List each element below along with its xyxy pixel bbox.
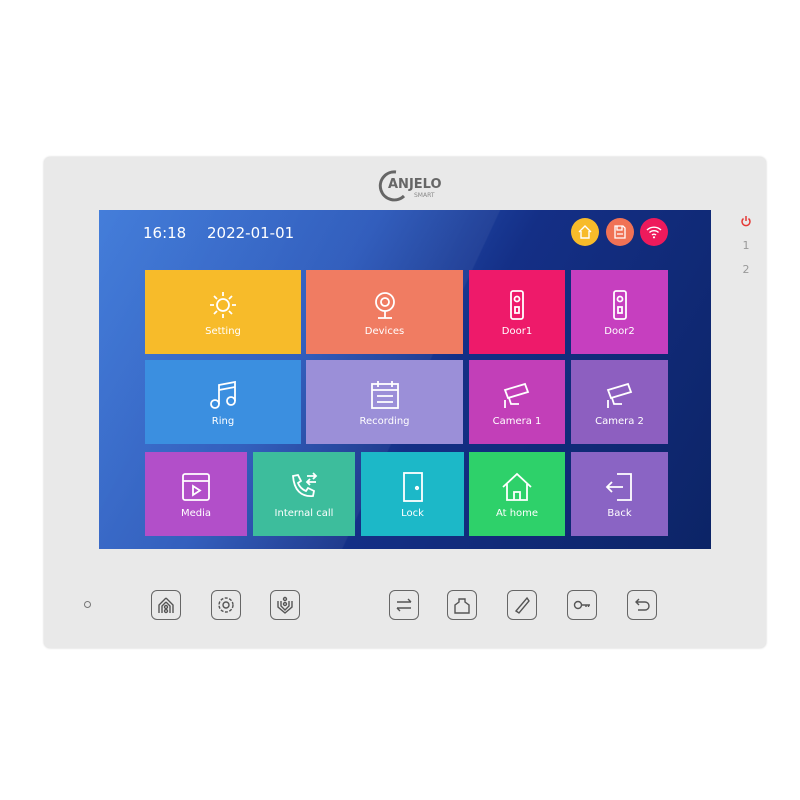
monitor-icon bbox=[277, 596, 293, 614]
tile-label: Internal call bbox=[274, 507, 334, 519]
tile-camera-1[interactable]: Camera 1 bbox=[469, 360, 565, 444]
wifi-icon bbox=[646, 226, 662, 239]
tile-media[interactable]: Media bbox=[145, 452, 247, 536]
tile-lock[interactable]: Lock bbox=[361, 452, 464, 536]
tile-internal-call[interactable]: Internal call bbox=[253, 452, 355, 536]
tile-camera-2[interactable]: Camera 2 bbox=[571, 360, 668, 444]
transfer-button[interactable] bbox=[389, 590, 419, 620]
tile-door1[interactable]: Door1 bbox=[469, 270, 565, 354]
cctv-icon bbox=[606, 382, 632, 408]
tile-label: Media bbox=[180, 507, 212, 519]
exit-icon bbox=[605, 472, 632, 501]
back-icon bbox=[635, 598, 650, 611]
svg-text:ANJELO: ANJELO bbox=[388, 177, 442, 192]
tile-label: Door1 bbox=[501, 325, 533, 337]
home-button[interactable] bbox=[151, 590, 181, 620]
tile-label: Camera 1 bbox=[492, 415, 542, 427]
tile-label: Ring bbox=[211, 415, 235, 427]
home-status-button[interactable] bbox=[571, 218, 599, 246]
transfer-icon bbox=[396, 598, 412, 612]
intercom-button[interactable] bbox=[447, 590, 477, 620]
tile-at-home[interactable]: At home bbox=[469, 452, 565, 536]
tile-recording[interactable]: Recording bbox=[306, 360, 463, 444]
microphone-hole bbox=[84, 601, 91, 608]
video-icon bbox=[182, 472, 210, 501]
screen: 16:18 2022-01-01 Setting Devices Door1 Door… bbox=[99, 210, 711, 549]
wifi-status-button[interactable] bbox=[640, 218, 668, 246]
gear-icon bbox=[210, 291, 236, 318]
tile-back[interactable]: Back bbox=[571, 452, 668, 536]
doorbell-icon bbox=[510, 289, 524, 320]
indicator-1: 1 bbox=[742, 239, 750, 252]
unlock-button[interactable] bbox=[567, 590, 597, 620]
unlock-icon bbox=[573, 600, 590, 610]
svg-text:SMART: SMART bbox=[414, 192, 435, 199]
power-indicator[interactable] bbox=[740, 215, 752, 230]
settings-icon bbox=[218, 597, 234, 613]
clock: 16:18 bbox=[143, 224, 187, 242]
settings-button[interactable] bbox=[211, 590, 241, 620]
tile-label: Devices bbox=[364, 325, 405, 337]
tile-label: Camera 2 bbox=[595, 415, 644, 427]
house-icon bbox=[502, 472, 532, 501]
back-button[interactable] bbox=[627, 590, 657, 620]
webcam-icon bbox=[374, 291, 395, 319]
call-button[interactable] bbox=[507, 590, 537, 620]
tile-label: Setting bbox=[205, 325, 241, 337]
tile-ring[interactable]: Ring bbox=[145, 360, 301, 444]
tile-label: Lock bbox=[401, 507, 424, 519]
tile-label: Back bbox=[607, 507, 632, 519]
tile-door2[interactable]: Door2 bbox=[571, 270, 668, 354]
cctv-icon bbox=[503, 382, 530, 408]
door-icon bbox=[402, 471, 423, 502]
brand-logo: ANJELO SMART bbox=[378, 170, 442, 202]
calendar-icon bbox=[370, 380, 399, 409]
tile-label: At home bbox=[495, 507, 539, 519]
doorbell-icon bbox=[612, 289, 627, 320]
home-icon bbox=[578, 225, 592, 239]
save-icon bbox=[614, 225, 626, 239]
intercom-icon bbox=[454, 598, 470, 614]
call-icon bbox=[514, 596, 530, 614]
tile-devices[interactable]: Devices bbox=[306, 270, 463, 354]
indicator-2: 2 bbox=[742, 263, 750, 276]
monitor-button[interactable] bbox=[270, 590, 300, 620]
tile-label: Door2 bbox=[604, 325, 635, 337]
save-status-button[interactable] bbox=[606, 218, 634, 246]
music-note-icon bbox=[210, 380, 236, 409]
phone-transfer-icon bbox=[292, 471, 318, 497]
tile-label: Recording bbox=[359, 415, 410, 427]
tile-setting[interactable]: Setting bbox=[145, 270, 301, 354]
home-icon bbox=[158, 597, 174, 614]
date: 2022-01-01 bbox=[207, 224, 295, 242]
power-icon bbox=[741, 216, 751, 227]
